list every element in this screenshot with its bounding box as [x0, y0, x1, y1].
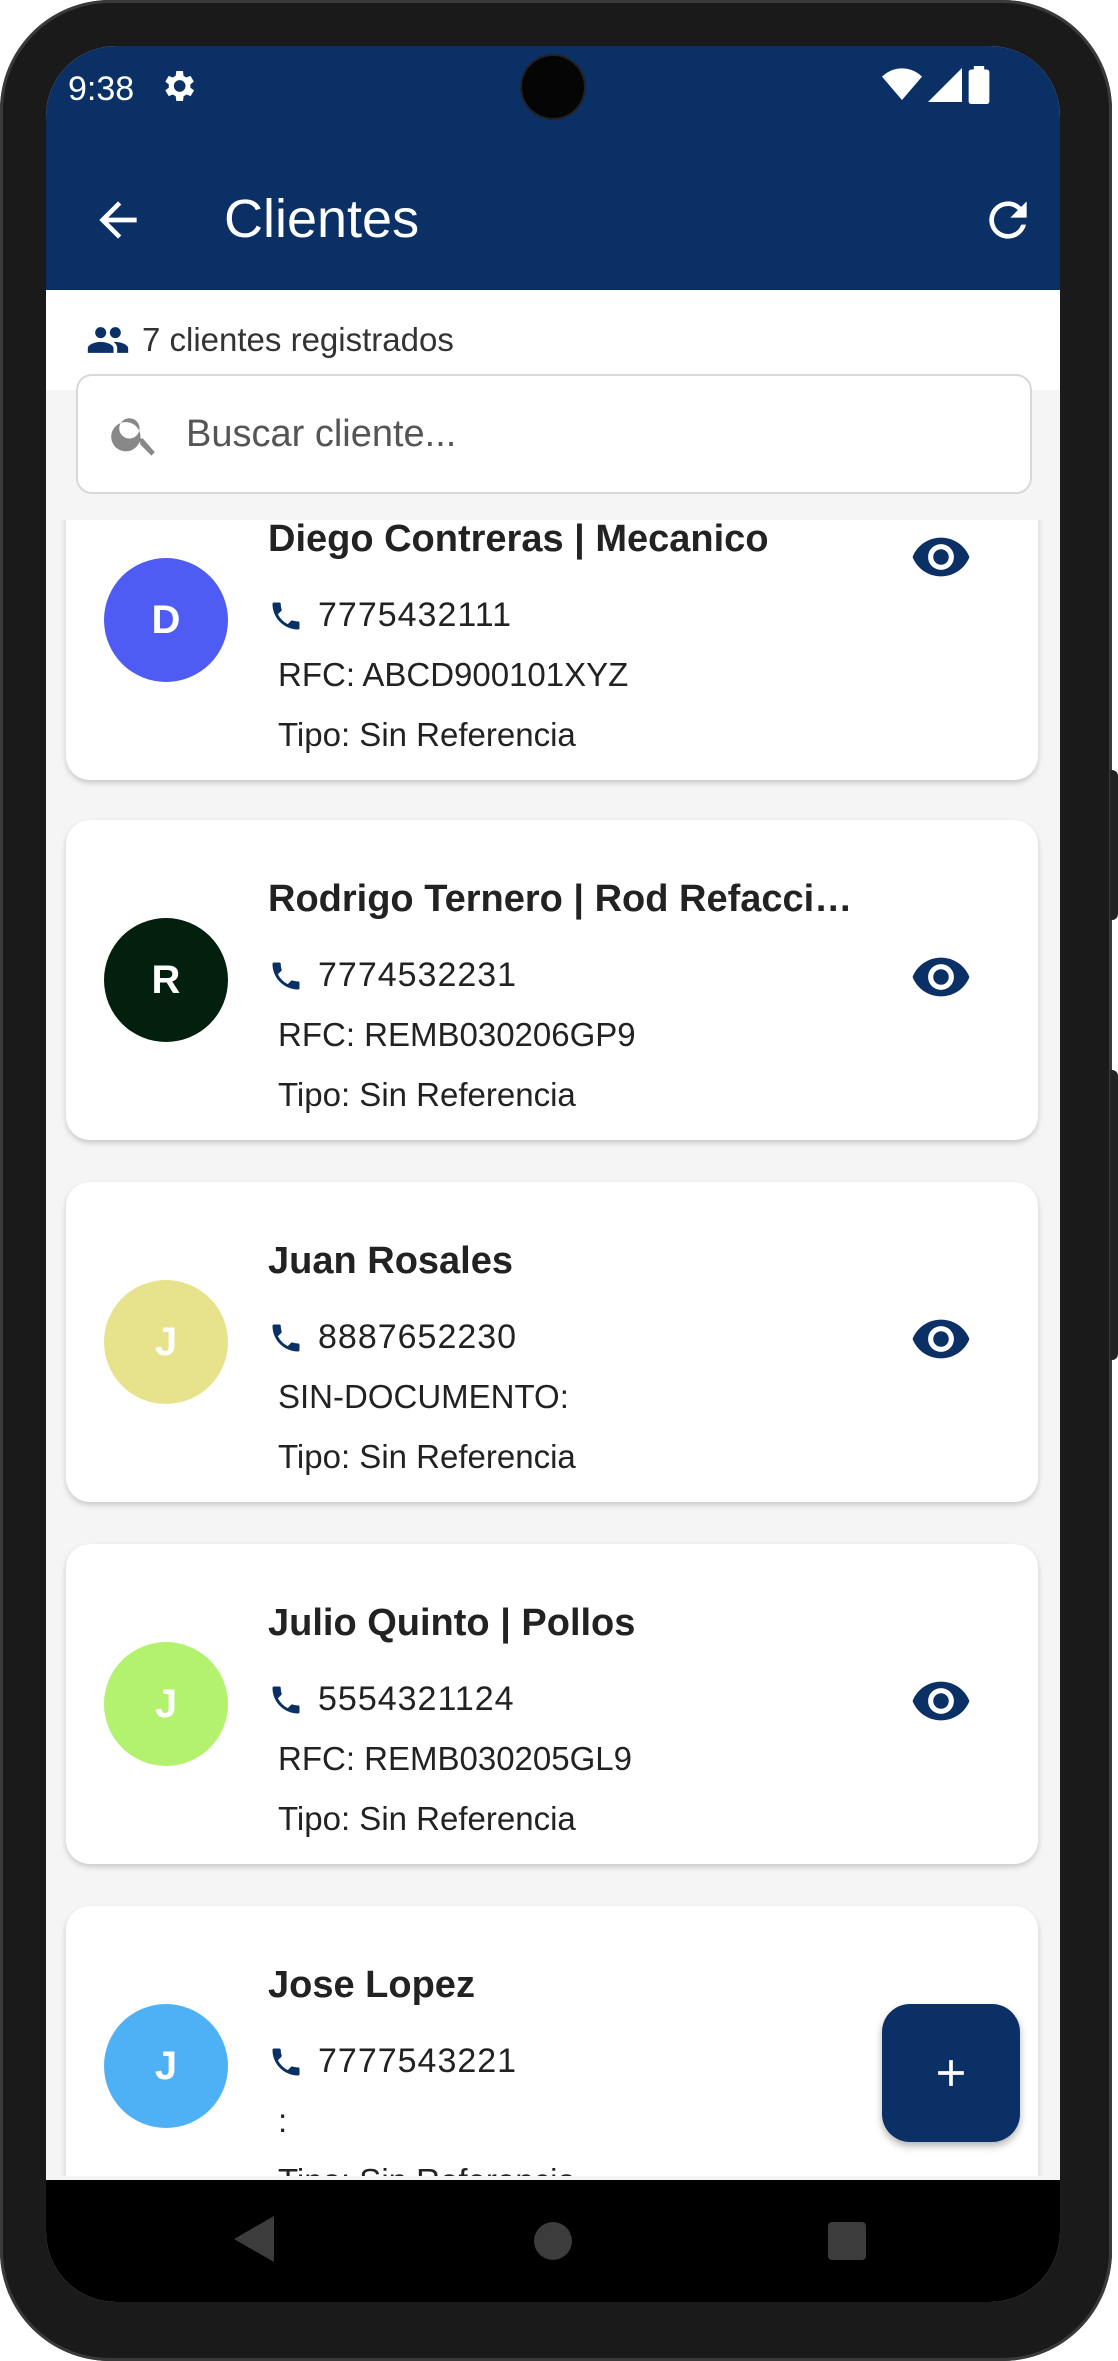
client-document: :	[278, 2102, 288, 2139]
battery-icon	[968, 66, 990, 104]
refresh-icon[interactable]	[980, 192, 1036, 248]
client-phone-number: 7777543221	[318, 2042, 518, 2080]
client-phone: 7774532231	[268, 956, 517, 995]
client-type: Tipo: Sin Referencia	[278, 2162, 576, 2176]
settings-gear-icon	[165, 71, 194, 101]
client-document: RFC: REMB030205GL9	[278, 1740, 632, 1777]
client-card[interactable]: J Julio Quinto | Pollos 5554321124 RFC: …	[66, 1544, 1038, 1864]
client-name: Jose Lopez	[268, 1964, 475, 2006]
volume-button	[1110, 770, 1118, 920]
page-title: Clientes	[224, 189, 420, 249]
client-name: Diego Contreras | Mecanico	[268, 520, 769, 560]
client-phone: 8887652230	[268, 1318, 517, 1357]
client-document: SIN-DOCUMENTO:	[278, 1378, 569, 1415]
status-time: 9:38	[68, 70, 135, 108]
phone-icon	[272, 602, 300, 629]
client-phone: 7777543221	[268, 2042, 517, 2081]
avatar: R	[104, 918, 228, 1042]
add-client-button[interactable]	[882, 2004, 1020, 2142]
client-type: Tipo: Sin Referencia	[278, 1800, 576, 1837]
client-card[interactable]: D Diego Contreras | Mecanico 7775432111 …	[66, 520, 1038, 780]
signal-icon	[928, 68, 962, 102]
phone-icon	[272, 962, 300, 989]
nav-back-icon[interactable]	[234, 2216, 274, 2262]
client-document: RFC: ABCD900101XYZ	[278, 656, 629, 693]
search-icon	[111, 418, 155, 456]
people-icon	[87, 327, 129, 353]
power-button	[1110, 1070, 1118, 1360]
phone-screen: 9:38 Clientes 7 clientes registrados Bus…	[46, 46, 1060, 2302]
client-name: Julio Quinto | Pollos	[268, 1602, 636, 1644]
avatar: J	[104, 1642, 228, 1766]
search-box	[76, 374, 1032, 494]
clients-list[interactable]: D Diego Contreras | Mecanico 7775432111 …	[46, 520, 1060, 2176]
wifi-icon	[882, 68, 922, 100]
client-name: Rodrigo Ternero | Rod Refacciones	[268, 878, 868, 920]
client-phone-number: 5554321124	[318, 1680, 515, 1718]
phone-icon	[272, 2048, 300, 2075]
avatar: J	[104, 1280, 228, 1404]
client-phone: 5554321124	[268, 1680, 515, 1719]
client-name: Juan Rosales	[268, 1240, 513, 1282]
nav-recents-icon[interactable]	[828, 2222, 866, 2260]
client-phone-number: 7774532231	[318, 956, 518, 994]
client-card[interactable]: J Juan Rosales 8887652230 SIN-DOCUMENTO:…	[66, 1182, 1038, 1502]
back-arrow-icon[interactable]	[90, 192, 146, 248]
eye-icon[interactable]	[910, 1308, 972, 1370]
client-phone-number: 7775432111	[318, 596, 513, 634]
client-type: Tipo: Sin Referencia	[278, 1438, 576, 1475]
client-type: Tipo: Sin Referencia	[278, 716, 576, 753]
status-bar: 9:38	[46, 46, 1060, 152]
front-camera	[522, 56, 584, 118]
phone-icon	[272, 1686, 300, 1713]
phone-icon	[272, 1324, 300, 1351]
avatar: J	[104, 2004, 228, 2128]
plus-icon	[938, 2060, 964, 2086]
client-document: RFC: REMB030206GP9	[278, 1016, 636, 1053]
eye-icon[interactable]	[910, 1670, 972, 1732]
app-bar: Clientes	[46, 152, 1060, 290]
client-phone-number: 8887652230	[318, 1318, 518, 1356]
eye-icon[interactable]	[910, 946, 972, 1008]
system-navigation-bar	[46, 2180, 1060, 2302]
client-card[interactable]: R Rodrigo Ternero | Rod Refacciones 7774…	[66, 820, 1038, 1140]
eye-icon[interactable]	[910, 526, 972, 588]
client-phone: 7775432111	[268, 596, 512, 635]
status-icons	[882, 60, 990, 110]
client-type: Tipo: Sin Referencia	[278, 1076, 576, 1113]
search-input[interactable]	[184, 411, 948, 457]
avatar: D	[104, 558, 228, 682]
clients-count: 7 clientes registrados	[142, 321, 454, 358]
nav-home-icon[interactable]	[534, 2222, 572, 2260]
